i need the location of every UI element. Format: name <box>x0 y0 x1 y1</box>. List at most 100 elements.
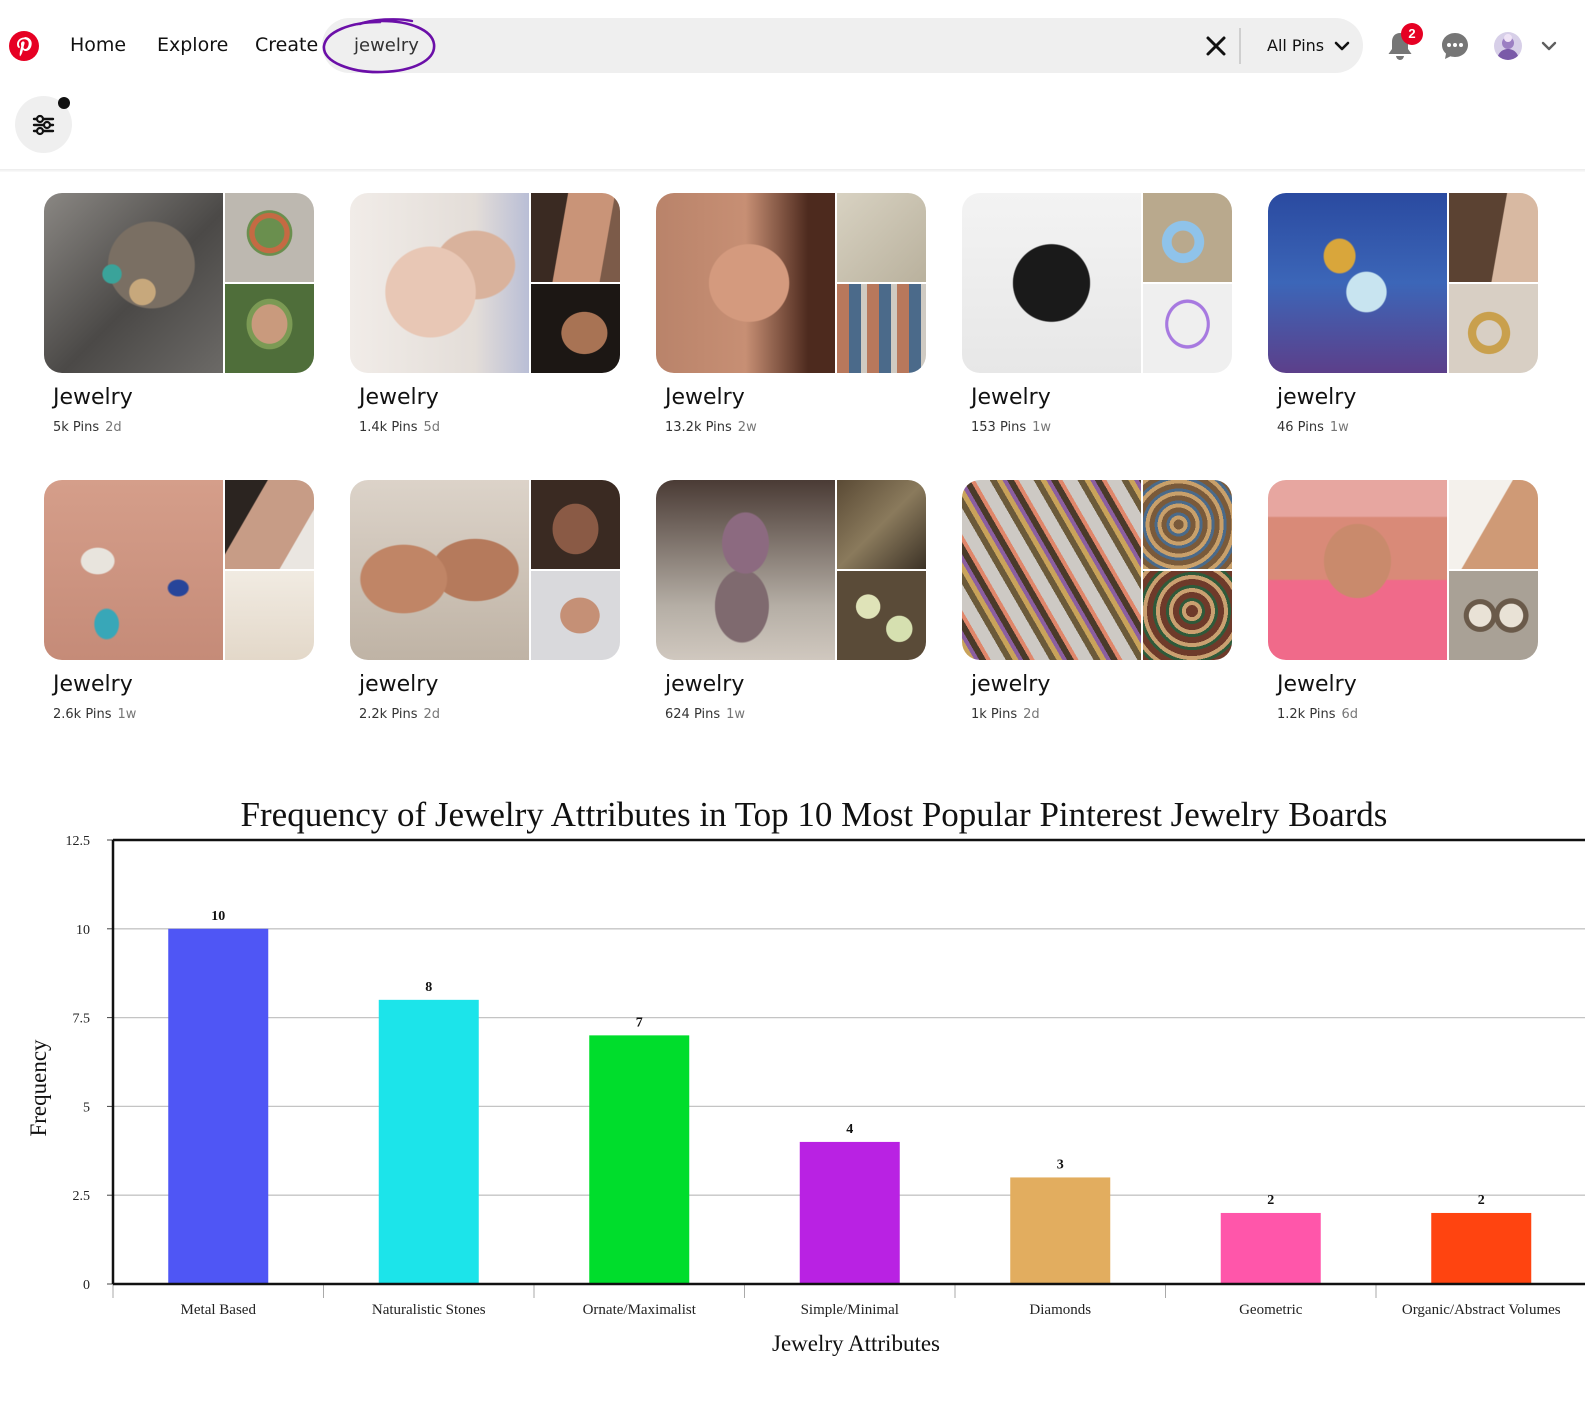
board-cover-image <box>1268 193 1447 373</box>
account-chevron-down-icon[interactable] <box>1541 40 1557 52</box>
chart-data-label: 7 <box>636 1015 643 1030</box>
board-updated-age: 5d <box>423 420 441 435</box>
board-card[interactable]: jewelry 2.2k Pins 2d <box>350 480 620 730</box>
chart-bar <box>1431 1212 1532 1284</box>
top-navigation-bar: Home Explore Create jewelry All Pins 2 <box>0 0 1585 96</box>
search-scope-dropdown[interactable]: All Pins <box>1267 36 1324 55</box>
board-pin-count: 1.2k Pins <box>1277 707 1336 722</box>
board-meta: 624 Pins 1w <box>665 707 745 722</box>
chart-x-tick-label: Metal Based <box>181 1302 257 1318</box>
board-title[interactable]: Jewelry <box>1277 672 1357 697</box>
chart-y-tick-label: 5 <box>83 1100 90 1115</box>
chart-x-tick-label: Organic/Abstract Volumes <box>1402 1302 1561 1318</box>
board-cover-image <box>1449 480 1538 569</box>
pinterest-logo-icon[interactable] <box>9 31 39 61</box>
chart-x-tick-label: Geometric <box>1239 1302 1303 1318</box>
board-cover-image <box>531 480 620 569</box>
user-avatar[interactable] <box>1494 32 1522 60</box>
chart-y-tick-label: 0 <box>83 1278 90 1293</box>
board-cover-collage[interactable] <box>1268 193 1538 373</box>
board-card[interactable]: Jewelry 5k Pins 2d <box>44 193 314 443</box>
chart-y-tick-label: 12.5 <box>66 834 91 849</box>
board-cover-collage[interactable] <box>656 193 926 373</box>
board-title[interactable]: Jewelry <box>665 385 745 410</box>
board-cover-collage[interactable] <box>962 193 1232 373</box>
nav-home-link[interactable]: Home <box>70 34 126 56</box>
board-pin-count: 13.2k Pins <box>665 420 732 435</box>
board-card[interactable]: jewelry 46 Pins 1w <box>1268 193 1538 443</box>
chart-data-label: 10 <box>211 909 225 924</box>
board-cover-collage[interactable] <box>44 193 314 373</box>
board-card[interactable]: Jewelry 2.6k Pins 1w <box>44 480 314 730</box>
board-cover-image <box>837 193 926 282</box>
board-card[interactable]: jewelry 624 Pins 1w <box>656 480 926 730</box>
chart-y-tick-label: 2.5 <box>73 1189 91 1204</box>
chart-x-tick-label: Naturalistic Stones <box>372 1302 486 1318</box>
board-cover-image <box>350 193 529 373</box>
board-updated-age: 2d <box>1023 707 1040 722</box>
chart-bar <box>1220 1212 1321 1284</box>
messages-icon[interactable] <box>1440 31 1470 61</box>
bar-chart: 10 8 7 4 3 2 2 0 2.5 5 7.5 10 12.5 Metal Based Natur… <box>26 834 1585 1356</box>
clear-search-icon[interactable] <box>1204 34 1228 58</box>
board-title[interactable]: Jewelry <box>359 385 439 410</box>
search-divider <box>1239 28 1241 64</box>
board-meta: 1k Pins 2d <box>971 707 1040 722</box>
board-pin-count: 2.2k Pins <box>359 707 418 722</box>
filter-sliders-icon <box>32 114 55 136</box>
board-card[interactable]: Jewelry 1.4k Pins 5d <box>350 193 620 443</box>
board-updated-age: 2w <box>737 420 757 435</box>
board-title[interactable]: jewelry <box>359 672 438 697</box>
chart-y-tick-labels: 0 2.5 5 7.5 10 12.5 <box>66 834 113 1293</box>
chart-x-tick-labels: Metal Based Naturalistic Stones Ornate/Max… <box>112 1284 1561 1318</box>
board-title[interactable]: Jewelry <box>971 385 1051 410</box>
board-updated-age: 1w <box>1329 420 1349 435</box>
board-cover-image <box>225 571 314 660</box>
chart-y-tick-label: 10 <box>76 923 90 938</box>
board-title[interactable]: jewelry <box>665 672 744 697</box>
board-pin-count: 1k Pins <box>971 707 1018 722</box>
active-filter-dot <box>58 97 70 109</box>
chart-y-axis-label: Frequency <box>26 1039 51 1137</box>
chart-bar <box>168 928 269 1284</box>
chart-x-tick-label: Ornate/Maximalist <box>583 1302 697 1318</box>
board-cover-image <box>656 193 835 373</box>
board-title[interactable]: jewelry <box>1277 385 1356 410</box>
board-cover-collage[interactable] <box>1268 480 1538 660</box>
board-card[interactable]: Jewelry 1.2k Pins 6d <box>1268 480 1538 730</box>
board-cover-image <box>962 480 1141 660</box>
board-card[interactable]: Jewelry 153 Pins 1w <box>962 193 1232 443</box>
board-cover-image <box>1268 480 1447 660</box>
board-cover-image <box>225 480 314 569</box>
search-input[interactable]: jewelry All Pins <box>322 18 1363 74</box>
board-card[interactable]: jewelry 1k Pins 2d <box>962 480 1232 730</box>
board-card[interactable]: Jewelry 13.2k Pins 2w <box>656 193 926 443</box>
board-meta: 46 Pins 1w <box>1277 420 1349 435</box>
board-updated-age: 2d <box>423 707 441 722</box>
board-cover-image <box>1143 193 1232 282</box>
nav-create-link[interactable]: Create <box>255 34 318 56</box>
chevron-down-icon[interactable] <box>1334 40 1350 52</box>
board-cover-collage[interactable] <box>350 480 620 660</box>
board-cover-image <box>1449 284 1538 373</box>
board-cover-image <box>531 571 620 660</box>
board-meta: 1.4k Pins 5d <box>359 420 440 435</box>
board-cover-image <box>225 193 314 282</box>
board-cover-collage[interactable] <box>656 480 926 660</box>
board-pin-count: 624 Pins <box>665 707 721 722</box>
chart-x-tick-label: Diamonds <box>1029 1302 1091 1318</box>
board-pin-count: 153 Pins <box>971 420 1027 435</box>
chart-y-tick-label: 7.5 <box>73 1012 91 1027</box>
board-cover-collage[interactable] <box>44 480 314 660</box>
board-title[interactable]: jewelry <box>971 672 1050 697</box>
board-cover-collage[interactable] <box>962 480 1232 660</box>
board-title[interactable]: Jewelry <box>53 385 133 410</box>
board-pin-count: 5k Pins <box>53 420 100 435</box>
chart-bar <box>589 1035 690 1284</box>
board-title[interactable]: Jewelry <box>53 672 133 697</box>
board-cover-image <box>44 480 223 660</box>
board-cover-image <box>837 480 926 569</box>
nav-explore-link[interactable]: Explore <box>157 34 228 56</box>
board-updated-age: 2d <box>105 420 122 435</box>
board-cover-collage[interactable] <box>350 193 620 373</box>
